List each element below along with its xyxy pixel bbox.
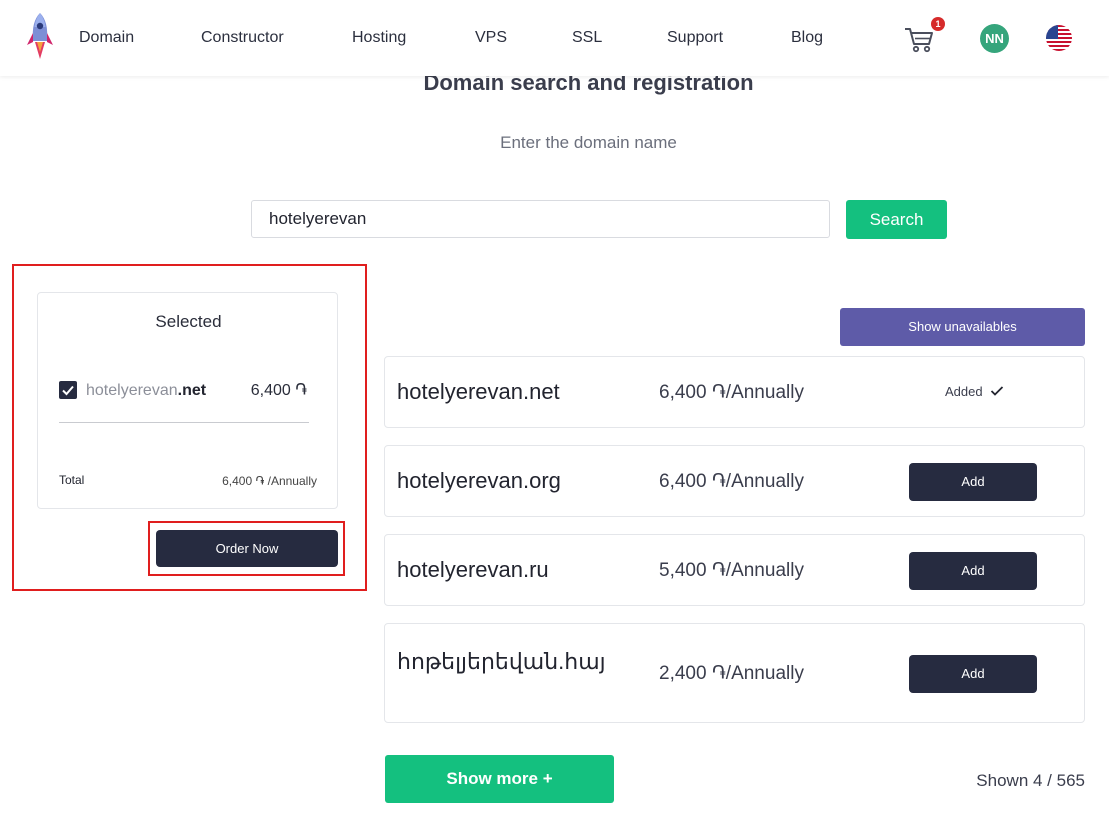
total-label: Total xyxy=(59,473,85,487)
cart-count-badge: 1 xyxy=(931,17,945,31)
domain-result-row: հոթելյերեվան.հայ 2,400 ֏/Annually Add xyxy=(384,623,1085,723)
domain-result-row: hotelyerevan.ru 5,400 ֏/Annually Add xyxy=(384,534,1085,606)
domain-search-input[interactable] xyxy=(251,200,830,238)
rocket-logo-icon[interactable] xyxy=(26,12,54,60)
user-avatar[interactable]: NN xyxy=(980,24,1009,53)
domain-result-name: հոթելյերեվան.հայ xyxy=(397,649,606,674)
order-now-button[interactable]: Order Now xyxy=(156,530,338,567)
selected-domain-tld: .net xyxy=(177,382,207,399)
nav-ssl[interactable]: SSL xyxy=(572,29,602,47)
domain-result-name: hotelyerevan.net xyxy=(397,379,560,404)
domain-result-name: hotelyerevan.ru xyxy=(397,557,549,582)
shopping-cart-icon[interactable] xyxy=(903,24,935,54)
show-unavailables-button[interactable]: Show unavailables xyxy=(840,308,1085,346)
selected-domain-checkbox[interactable] xyxy=(59,381,77,399)
domain-result-name: hotelyerevan.org xyxy=(397,468,561,493)
add-domain-button[interactable]: Add xyxy=(909,463,1037,501)
add-domain-button[interactable]: Add xyxy=(909,552,1037,590)
added-label: Added xyxy=(945,384,983,399)
nav-hosting[interactable]: Hosting xyxy=(352,29,406,47)
selected-domain-name: hotelyerevan.net xyxy=(86,382,206,400)
domain-result-price: 2,400 ֏/Annually xyxy=(659,663,804,684)
domain-result-price: 6,400 ֏/Annually xyxy=(659,382,804,403)
show-more-button[interactable]: Show more + xyxy=(385,755,614,803)
checkmark-icon xyxy=(991,386,1004,396)
us-flag-icon[interactable] xyxy=(1046,25,1072,51)
selected-domains-card: Selected hotelyerevan.net 6,400 ֏ Total … xyxy=(37,292,338,509)
divider xyxy=(59,422,309,423)
add-domain-button[interactable]: Add xyxy=(909,655,1037,693)
nav-constructor[interactable]: Constructor xyxy=(201,29,284,47)
shown-count: Shown 4 / 565 xyxy=(976,771,1085,790)
domain-result-row: hotelyerevan.org 6,400 ֏/Annually Add xyxy=(384,445,1085,517)
selected-domain-price: 6,400 ֏ xyxy=(250,382,307,399)
nav-domain[interactable]: Domain xyxy=(79,29,134,47)
checkmark-icon xyxy=(62,385,74,396)
domain-result-price: 5,400 ֏/Annually xyxy=(659,560,804,581)
top-navigation-bar: Domain Constructor Hosting VPS SSL Suppo… xyxy=(0,0,1109,76)
domain-result-row: hotelyerevan.net 6,400 ֏/Annually Added xyxy=(384,356,1085,428)
total-value: 6,400 ֏ /Annually xyxy=(222,474,317,488)
page-subtitle: Enter the domain name xyxy=(500,133,677,152)
domain-result-price: 6,400 ֏/Annually xyxy=(659,471,804,492)
selected-title: Selected xyxy=(155,312,222,331)
selected-domain-sld: hotelyerevan xyxy=(86,382,178,399)
nav-blog[interactable]: Blog xyxy=(791,29,823,47)
search-button[interactable]: Search xyxy=(846,200,947,239)
nav-support[interactable]: Support xyxy=(667,29,723,47)
nav-vps[interactable]: VPS xyxy=(475,29,507,47)
added-status: Added xyxy=(945,384,1004,399)
